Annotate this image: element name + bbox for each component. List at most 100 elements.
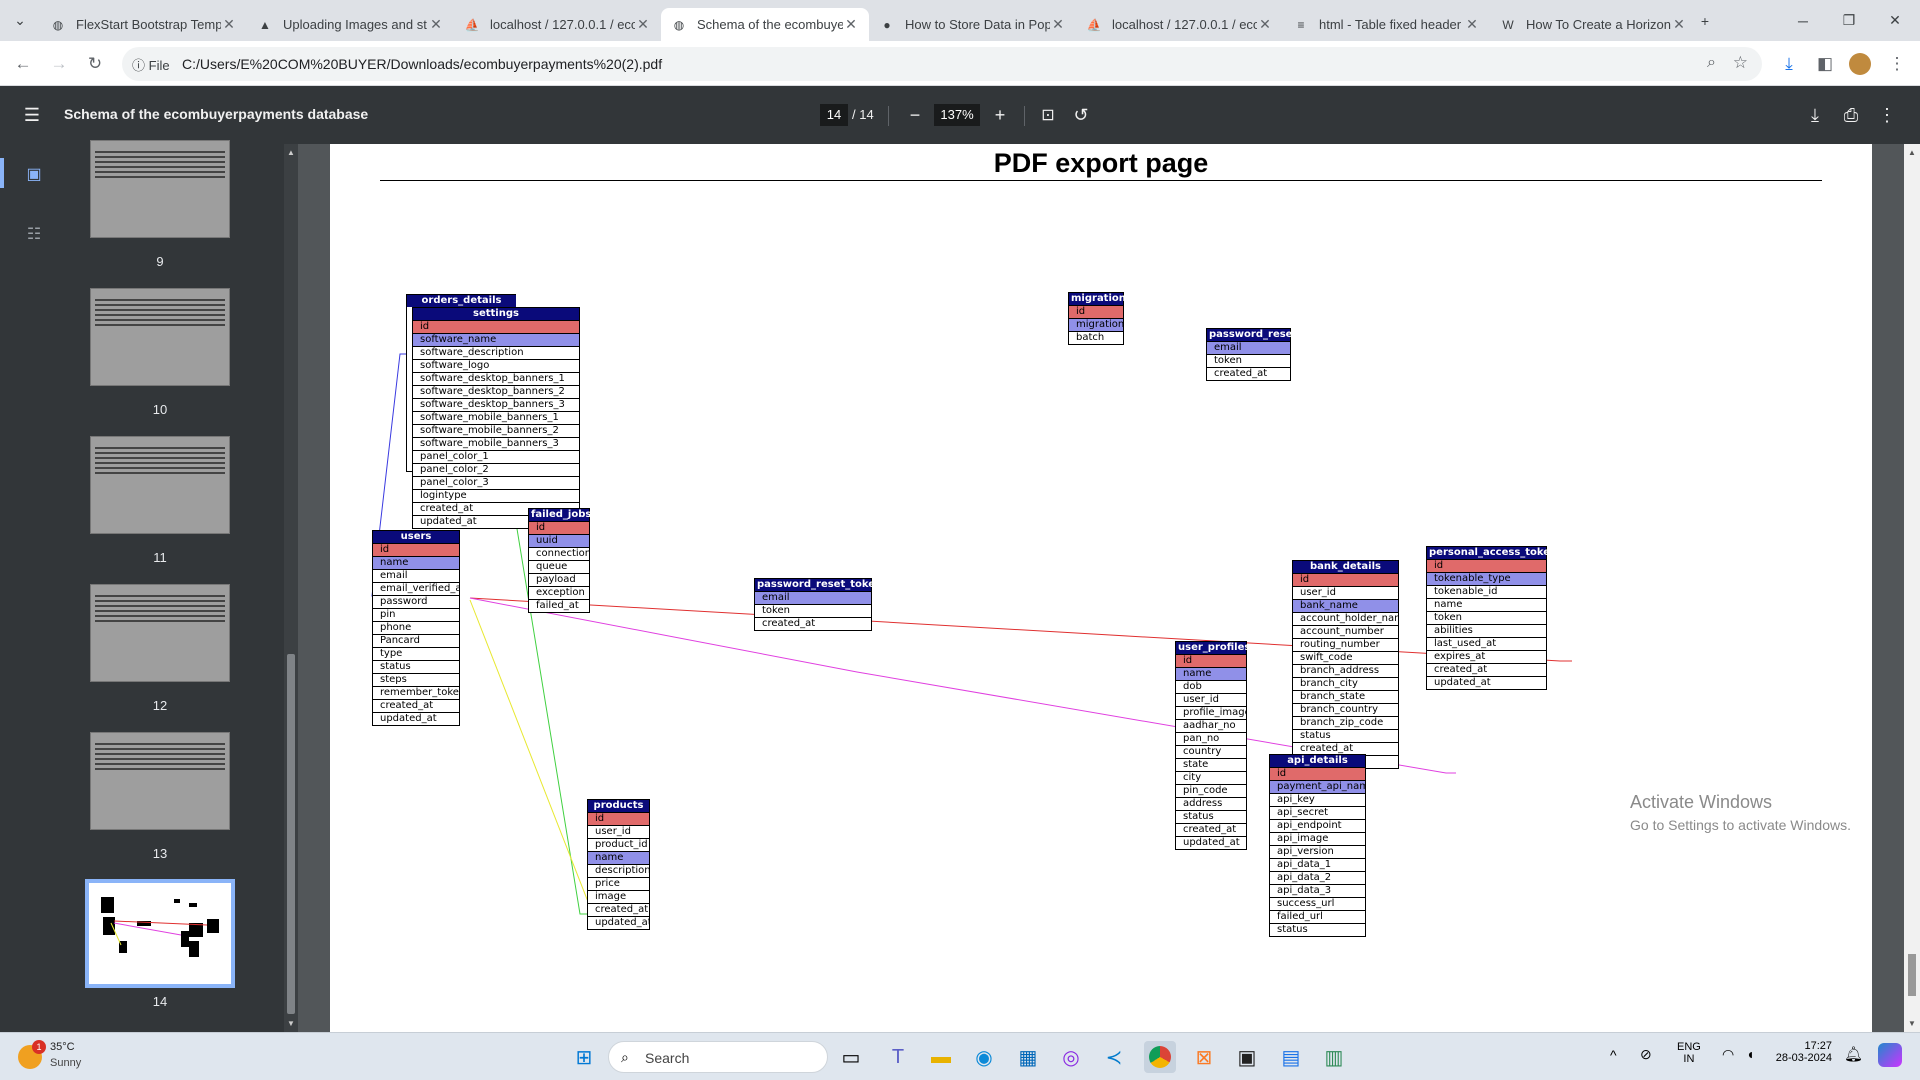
wifi-icon[interactable]: ◠	[1722, 1046, 1734, 1063]
chrome-icon[interactable]	[1144, 1041, 1176, 1073]
xampp-icon[interactable]: ⊠	[1188, 1041, 1220, 1073]
new-tab-button[interactable]: +	[1690, 0, 1720, 41]
thumbnail-line	[95, 166, 225, 168]
task-view-icon[interactable]: ▭	[835, 1041, 867, 1073]
browser-tab[interactable]: ▲ Uploading Images and st ✕	[247, 8, 454, 41]
pdf-viewer[interactable]: PDF export page orders_details settings id…	[298, 144, 1904, 1032]
table-field: software_name	[413, 333, 579, 346]
weather-desc[interactable]: Sunny	[50, 1057, 81, 1069]
language-indicator[interactable]: ENG IN	[1677, 1041, 1701, 1065]
viewer-scrollbar[interactable]: ▲ ▼	[1904, 144, 1920, 1032]
copilot-icon[interactable]	[1878, 1043, 1902, 1067]
zoom-in-icon[interactable]: +	[985, 100, 1015, 130]
address-bar[interactable]: ⓘ File C:/Users/E%20COM%20BUYER/Download…	[122, 47, 1762, 81]
taskbar-search[interactable]: ⌕ Search	[608, 1041, 828, 1073]
thumbnail-page-11[interactable]	[90, 436, 230, 534]
table-field: remember_token	[373, 686, 459, 699]
scroll-down-icon[interactable]: ▼	[287, 1019, 295, 1028]
thumbnail-page-10[interactable]	[90, 288, 230, 386]
thumbnail-line	[95, 472, 225, 474]
browser-menu-icon[interactable]: ⋮	[1882, 49, 1912, 79]
more-actions-icon[interactable]: ⋮	[1872, 100, 1902, 130]
browser-tab[interactable]: ◍ Schema of the ecombuye ✕	[661, 8, 869, 41]
forward-icon[interactable]: →	[44, 49, 74, 79]
restore-icon[interactable]: ❐	[1826, 0, 1872, 41]
close-tab-icon[interactable]: ✕	[1050, 16, 1066, 33]
close-tab-icon[interactable]: ✕	[843, 16, 859, 33]
table-field: created_at	[1176, 823, 1246, 836]
thumbnail-line	[95, 743, 225, 745]
table-field: panel_color_2	[413, 463, 579, 476]
phpmyadmin-icon: ⛵	[1086, 17, 1102, 32]
store-icon[interactable]: ▦	[1012, 1041, 1044, 1073]
notification-bell-icon[interactable]: 🔔︎	[1844, 1045, 1863, 1063]
page-number-input[interactable]: 14	[820, 104, 848, 126]
volume-icon[interactable]: ◖	[1746, 1046, 1754, 1062]
close-tab-icon[interactable]: ✕	[635, 16, 651, 33]
browser-tab[interactable]: ⛵ localhost / 127.0.0.1 / eco ✕	[454, 8, 661, 41]
thumbnail-page-13[interactable]	[90, 732, 230, 830]
browser-tab[interactable]: ◍ FlexStart Bootstrap Templ ✕	[40, 8, 247, 41]
side-panel-icon[interactable]: ◧	[1810, 49, 1840, 79]
profile-avatar[interactable]	[1845, 49, 1875, 79]
browser-tab[interactable]: ≡ html - Table fixed header ✕	[1283, 8, 1490, 41]
table-field: panel_color_1	[413, 450, 579, 463]
table-field: id	[529, 521, 589, 534]
back-icon[interactable]: ←	[8, 49, 38, 79]
close-tab-icon[interactable]: ✕	[1671, 16, 1687, 33]
podcast-app-icon[interactable]: ◎	[1055, 1041, 1087, 1073]
teams-icon[interactable]: T	[882, 1041, 914, 1073]
file-explorer-icon[interactable]: ▬	[925, 1041, 957, 1073]
clock[interactable]: 17:27 28-03-2024	[1774, 1040, 1832, 1064]
weather-temp[interactable]: 35°C	[50, 1041, 75, 1053]
print-icon[interactable]: ⎙	[1836, 100, 1866, 130]
close-tab-icon[interactable]: ✕	[1257, 16, 1273, 33]
download-icon[interactable]: ⤓	[1800, 100, 1830, 130]
edge-icon[interactable]: ◉	[968, 1041, 1000, 1073]
table-field: updated_at	[588, 916, 649, 929]
close-tab-icon[interactable]: ✕	[428, 16, 444, 33]
reload-icon[interactable]: ↻	[80, 49, 110, 79]
sidebar-scrollbar[interactable]: ▲ ▼	[284, 144, 298, 1032]
windows-start-icon[interactable]: ⊞	[568, 1041, 600, 1073]
viewer-scroll-thumb[interactable]	[1908, 954, 1916, 996]
sidebar-scroll-thumb[interactable]	[287, 654, 295, 1014]
browser-tab[interactable]: W How To Create a Horizont ✕	[1490, 8, 1697, 41]
close-tab-icon[interactable]: ✕	[221, 16, 237, 33]
downloads-icon[interactable]: ⤓	[1774, 49, 1804, 79]
thumbnail-page-14[interactable]	[85, 879, 235, 988]
bookmark-star-icon[interactable]: ☆	[1733, 53, 1748, 73]
outline-view-icon[interactable]: ☷	[22, 222, 46, 246]
minimize-icon[interactable]: ─	[1780, 0, 1826, 41]
terminal-icon[interactable]: ▣	[1231, 1041, 1263, 1073]
hamburger-menu-icon[interactable]: ☰	[17, 100, 47, 130]
browser-tab[interactable]: ● How to Store Data in Pop ✕	[869, 8, 1076, 41]
thumbnail-page-9[interactable]	[90, 140, 230, 238]
table-title: bank_details	[1293, 561, 1398, 573]
scroll-up-icon[interactable]: ▲	[1908, 148, 1916, 157]
notes-app-icon[interactable]: ▥	[1318, 1041, 1350, 1073]
fit-to-page-icon[interactable]: ⊡	[1033, 100, 1063, 130]
notepad-icon[interactable]: ▤	[1275, 1041, 1307, 1073]
table-products: products id user_id product_id name descripti…	[587, 799, 650, 930]
table-field: user_id	[1176, 693, 1246, 706]
zoom-level-input[interactable]: 137%	[934, 104, 980, 126]
url-text[interactable]: C:/Users/E%20COM%20BUYER/Downloads/ecomb…	[182, 56, 662, 72]
browser-tab[interactable]: ⛵ localhost / 127.0.0.1 / eco ✕	[1076, 8, 1283, 41]
thumbnail-page-12[interactable]	[90, 584, 230, 682]
zoom-lens-icon[interactable]: ⌕	[1707, 54, 1716, 72]
table-field: name	[373, 556, 459, 569]
close-window-icon[interactable]: ✕	[1872, 0, 1918, 41]
show-hidden-icons-icon[interactable]: ^	[1610, 1047, 1617, 1063]
tab-search-chevron-icon[interactable]: ⌄	[0, 0, 40, 41]
vscode-icon[interactable]: ≺	[1098, 1041, 1130, 1073]
table-field: created_at	[588, 903, 649, 916]
rotate-icon[interactable]: ↺	[1066, 100, 1096, 130]
network-status-icon[interactable]: ⊘	[1640, 1046, 1652, 1063]
scroll-up-icon[interactable]: ▲	[287, 148, 295, 157]
zoom-out-icon[interactable]: −	[900, 100, 930, 130]
site-info-chip[interactable]: ⓘ File	[132, 55, 170, 74]
scroll-down-icon[interactable]: ▼	[1908, 1019, 1916, 1028]
close-tab-icon[interactable]: ✕	[1464, 16, 1480, 33]
thumbnails-view-icon[interactable]: ▣	[22, 162, 46, 186]
